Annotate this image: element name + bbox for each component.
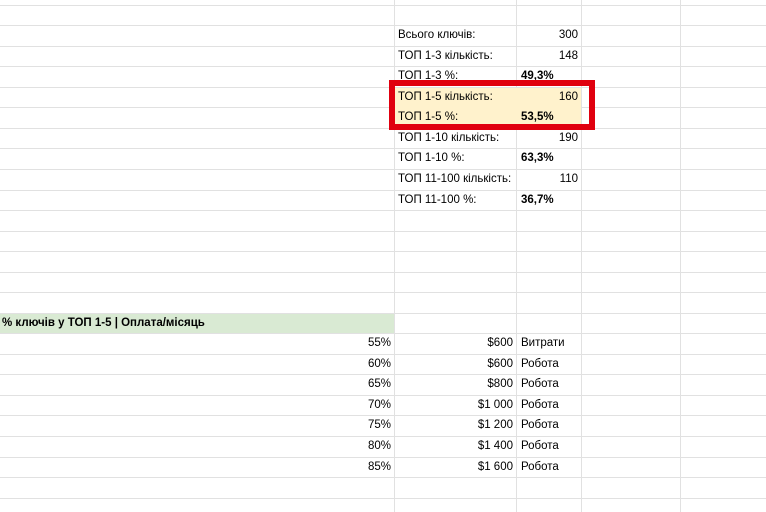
pricing-percent[interactable]: 60% [300, 354, 391, 374]
pricing-note[interactable]: Робота [521, 395, 579, 415]
summary-value[interactable]: 300 [518, 25, 578, 45]
pricing-percent[interactable]: 80% [300, 436, 391, 456]
summary-value[interactable]: 110 [518, 169, 578, 189]
pricing-percent[interactable]: 55% [300, 333, 391, 353]
pricing-payment[interactable]: $1 200 [420, 415, 513, 435]
pricing-percent[interactable]: 75% [300, 415, 391, 435]
pricing-payment[interactable]: $600 [420, 333, 513, 353]
pricing-header[interactable]: % ключів у ТОП 1-5 | Оплата/місяць [2, 313, 392, 333]
summary-label[interactable]: ТОП 11-100 %: [398, 190, 518, 210]
summary-value[interactable]: 190 [518, 128, 578, 148]
pricing-payment[interactable]: $1 600 [420, 457, 513, 477]
summary-value[interactable]: 63,3% [521, 148, 579, 168]
pricing-percent[interactable]: 70% [300, 395, 391, 415]
summary-value[interactable]: 36,7% [521, 190, 579, 210]
pricing-payment[interactable]: $800 [420, 374, 513, 394]
summary-label[interactable]: ТОП 1-10 %: [398, 148, 518, 168]
summary-label[interactable]: ТОП 11-100 кількість: [398, 169, 518, 189]
pricing-note[interactable]: Робота [521, 374, 579, 394]
summary-label[interactable]: ТОП 1-10 кількість: [398, 128, 518, 148]
pricing-payment[interactable]: $600 [420, 354, 513, 374]
pricing-note[interactable]: Робота [521, 457, 579, 477]
annotation-red-box [389, 80, 595, 130]
pricing-note[interactable]: Витрати [521, 333, 579, 353]
summary-label[interactable]: ТОП 1-3 кількість: [398, 46, 518, 66]
pricing-note[interactable]: Робота [521, 354, 579, 374]
pricing-payment[interactable]: $1 400 [420, 436, 513, 456]
pricing-percent[interactable]: 85% [300, 457, 391, 477]
pricing-percent[interactable]: 65% [300, 374, 391, 394]
pricing-note[interactable]: Робота [521, 436, 579, 456]
pricing-payment[interactable]: $1 000 [420, 395, 513, 415]
pricing-note[interactable]: Робота [521, 415, 579, 435]
summary-label[interactable]: Всього ключів: [398, 25, 518, 45]
summary-value[interactable]: 148 [518, 46, 578, 66]
